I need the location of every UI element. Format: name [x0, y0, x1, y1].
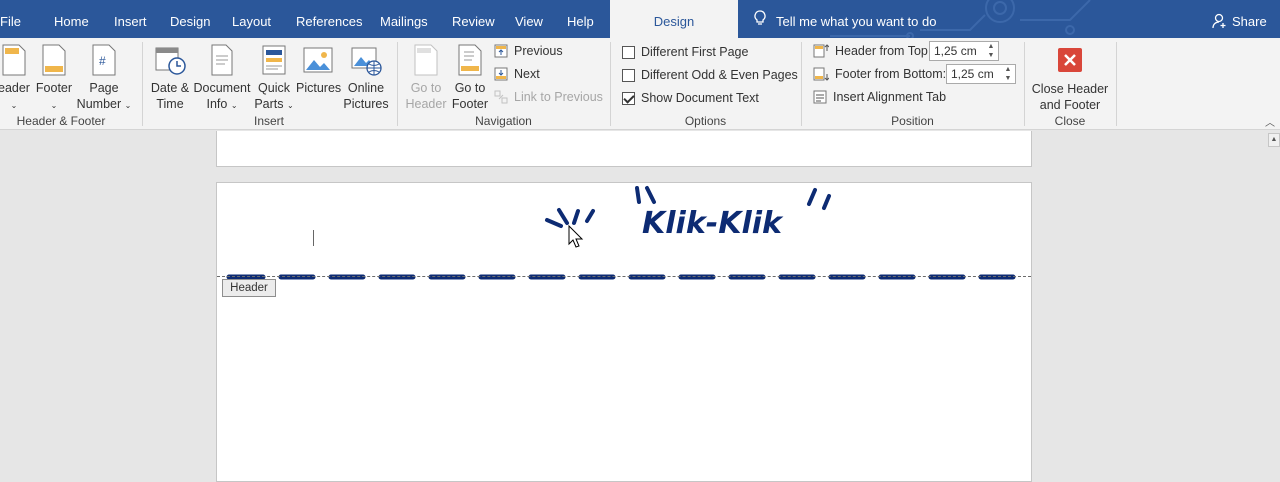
close-icon — [1058, 48, 1082, 72]
page-number-button[interactable]: # Page Number ⌄ — [74, 44, 134, 114]
header-tag: Header — [222, 279, 276, 297]
tab-design[interactable]: Design — [170, 0, 210, 38]
tab-view[interactable]: View — [515, 0, 543, 38]
next-button[interactable]: Next — [494, 67, 540, 81]
footer-icon — [42, 44, 66, 76]
tab-layout[interactable]: Layout — [232, 0, 271, 38]
page-number-icon: # — [92, 44, 116, 76]
header-icon — [2, 44, 26, 76]
document-info-icon — [211, 44, 233, 76]
tab-header-footer-design[interactable]: Design — [610, 0, 738, 38]
group-label-close: Close — [1054, 114, 1086, 128]
header-text: Klik-Klik — [642, 206, 784, 241]
online-pictures-button[interactable]: Online Pictures — [340, 44, 392, 112]
tab-review[interactable]: Review — [452, 0, 495, 38]
previous-button[interactable]: Previous — [494, 44, 563, 58]
collapse-ribbon-icon[interactable]: ︿ — [1265, 114, 1275, 129]
show-document-text-checkbox[interactable] — [622, 91, 635, 105]
tell-me-label: Tell me what you want to do — [776, 14, 937, 29]
ribbon-tab-bar: File Home Insert Design Layout Reference… — [0, 0, 1280, 38]
close-header-footer-button[interactable]: Close Header and Footer — [1030, 44, 1110, 113]
show-document-text-option[interactable]: Show Document Text — [622, 91, 759, 105]
online-pictures-icon — [351, 47, 382, 76]
document-page[interactable]: Klik-Klik Header — [216, 182, 1032, 482]
ribbon: eader ⌄ Footer ⌄ # Page Number ⌄ Header & F… — [0, 38, 1280, 130]
calendar-clock-icon — [155, 47, 186, 75]
go-to-header-button[interactable]: Go to Header — [404, 44, 448, 112]
tab-mailings[interactable]: Mailings — [380, 0, 428, 38]
different-odd-even-checkbox[interactable] — [622, 68, 635, 82]
previous-page-bottom — [216, 131, 1032, 167]
insert-alignment-tab-button[interactable]: Insert Alignment Tab — [813, 90, 946, 104]
tell-me-search[interactable]: Tell me what you want to do — [754, 0, 936, 38]
quick-parts-icon — [262, 45, 286, 75]
svg-text:#: # — [99, 54, 106, 68]
header-position-icon — [813, 44, 829, 58]
tab-insert[interactable]: Insert — [114, 0, 147, 38]
spinner-arrows-icon[interactable]: ▲ ▼ — [1001, 65, 1015, 83]
footer-from-bottom-input[interactable]: 1,25 cm ▲ ▼ — [946, 64, 1016, 84]
spinner-arrows-icon[interactable]: ▲ ▼ — [984, 42, 998, 60]
header-boundary-line — [217, 276, 1031, 277]
alignment-tab-icon — [813, 90, 827, 104]
link-to-previous-button[interactable]: Link to Previous — [494, 90, 603, 104]
group-label-navigation: Navigation — [475, 114, 532, 128]
go-to-footer-icon — [458, 44, 482, 76]
tab-help[interactable]: Help — [567, 0, 594, 38]
tab-home[interactable]: Home — [54, 0, 89, 38]
footer-from-bottom-label: Footer from Bottom: — [813, 67, 946, 81]
previous-section-icon — [494, 44, 508, 58]
lightbulb-icon — [754, 0, 766, 38]
mouse-pointer-icon — [568, 224, 584, 248]
link-icon — [494, 90, 508, 104]
header-button[interactable]: eader ⌄ — [0, 44, 32, 114]
date-time-button[interactable]: Date & Time — [148, 44, 192, 112]
different-odd-even-option[interactable]: Different Odd & Even Pages — [622, 68, 798, 82]
share-button[interactable]: Share — [1212, 0, 1267, 38]
go-to-footer-button[interactable]: Go to Footer — [448, 44, 492, 112]
group-label-insert: Insert — [253, 114, 284, 128]
go-to-header-icon — [414, 44, 438, 76]
group-label-options: Options — [684, 114, 727, 128]
pictures-icon — [303, 47, 333, 73]
quick-parts-button[interactable]: Quick Parts ⌄ — [252, 44, 296, 114]
different-first-page-option[interactable]: Different First Page — [622, 45, 748, 59]
pictures-button[interactable]: Pictures — [296, 44, 341, 96]
document-canvas: Klik-Klik Header ▲ — [0, 131, 1280, 482]
group-label-header-footer: Header & Footer — [16, 114, 106, 128]
tab-file[interactable]: File — [0, 0, 21, 38]
header-from-top-input[interactable]: 1,25 cm ▲ ▼ — [929, 41, 999, 61]
document-info-button[interactable]: Document Info ⌄ — [192, 44, 252, 114]
next-section-icon — [494, 67, 508, 81]
footer-position-icon — [813, 67, 829, 81]
group-label-position: Position — [891, 114, 934, 128]
share-label: Share — [1232, 14, 1267, 29]
header-from-top-label: Header from Top: — [813, 44, 931, 58]
tab-references[interactable]: References — [296, 0, 362, 38]
different-first-page-checkbox[interactable] — [622, 45, 635, 59]
person-add-icon — [1212, 13, 1226, 29]
scroll-up-arrow-icon[interactable]: ▲ — [1268, 133, 1280, 147]
footer-button[interactable]: Footer ⌄ — [34, 44, 74, 114]
group-separator — [1116, 42, 1117, 126]
